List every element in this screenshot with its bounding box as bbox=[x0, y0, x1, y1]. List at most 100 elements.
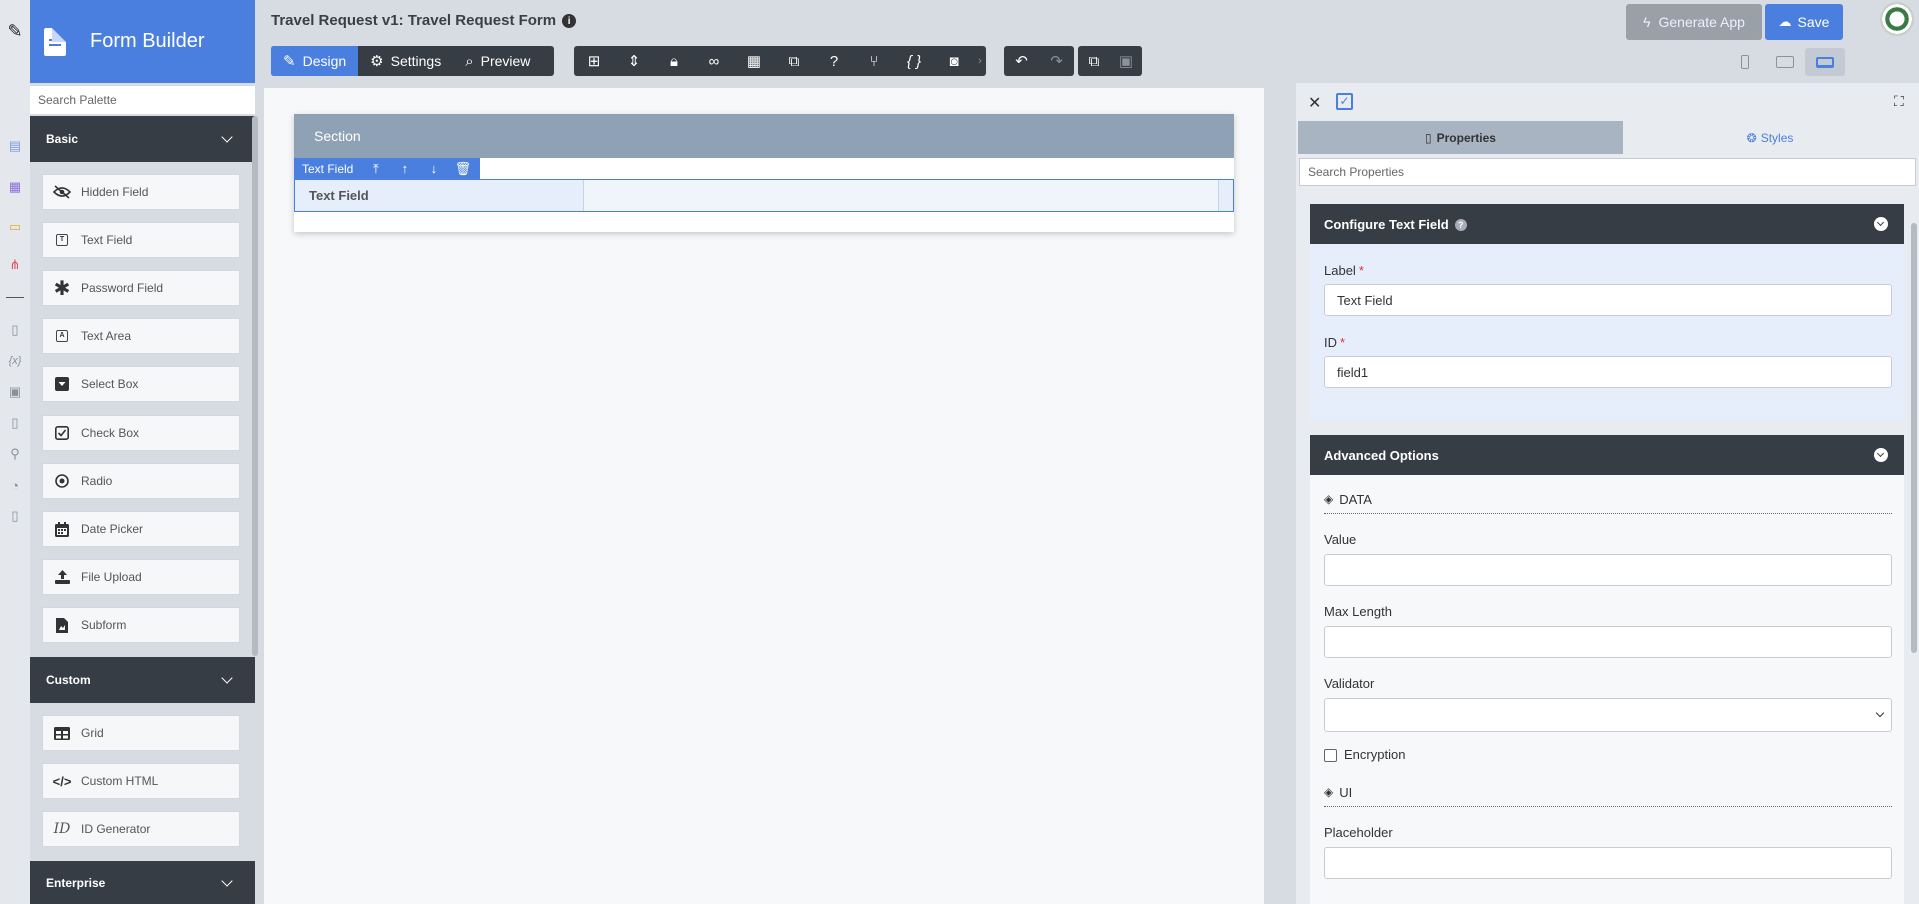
edit-icon[interactable]: ✎ bbox=[6, 21, 24, 41]
palette-item-text-area[interactable]: A Text Area bbox=[42, 318, 240, 354]
tab-preview-label: Preview bbox=[480, 53, 531, 69]
camera-icon[interactable]: ◙ bbox=[934, 46, 974, 76]
form-section[interactable]: Section Text Field ⤒ ↑ ↓ 🗑︎ Text Field bbox=[294, 114, 1234, 232]
document-icon[interactable]: ▯ bbox=[6, 414, 24, 432]
palette-item-label: Subform bbox=[81, 618, 127, 632]
brand-header: Form Builder bbox=[30, 0, 255, 83]
binoculars-icon[interactable]: ∞ bbox=[694, 46, 734, 76]
palette-item-label: File Upload bbox=[81, 570, 142, 584]
palette-item-grid[interactable]: Grid bbox=[42, 715, 240, 751]
palette-item-custom-html[interactable]: </> Custom HTML bbox=[42, 763, 240, 799]
process-icon[interactable]: ⋔ bbox=[6, 256, 24, 274]
tab-design-label: Design bbox=[302, 53, 347, 69]
undo-icon[interactable]: ↶ bbox=[1004, 46, 1039, 76]
tab-styles[interactable]: ❂ Styles bbox=[1623, 121, 1917, 154]
palette-item-label: Password Field bbox=[81, 281, 164, 295]
palette-item-radio[interactable]: Radio bbox=[42, 463, 240, 499]
palette-scrollbar[interactable] bbox=[252, 116, 258, 656]
device-tablet-button[interactable] bbox=[1765, 48, 1805, 76]
form-field-row[interactable]: Text Field bbox=[294, 179, 1234, 212]
tab-preview[interactable]: ⌕ Preview bbox=[453, 46, 542, 76]
encryption-checkbox[interactable] bbox=[1324, 749, 1337, 762]
validator-select[interactable] bbox=[1324, 698, 1892, 732]
gauge-icon[interactable]: ◔ bbox=[6, 476, 24, 494]
category-custom[interactable]: Custom bbox=[30, 657, 255, 703]
tree-icon[interactable]: ⊞ bbox=[574, 46, 614, 76]
table-icon[interactable]: ▦ bbox=[734, 46, 774, 76]
move-up-icon[interactable]: ↑ bbox=[390, 161, 419, 176]
tab-settings[interactable]: ⚙ Settings bbox=[358, 46, 453, 76]
apply-check-icon[interactable]: ✓ bbox=[1336, 93, 1353, 110]
redo-icon[interactable]: ↷ bbox=[1039, 46, 1074, 76]
palette-item-label: Text Area bbox=[81, 329, 132, 343]
palette-item-hidden-field[interactable]: Hidden Field bbox=[42, 174, 240, 210]
data-subheading: ◈ DATA bbox=[1324, 492, 1892, 514]
palette-item-password-field[interactable]: ✱ Password Field bbox=[42, 270, 240, 306]
braces-icon[interactable]: { } bbox=[894, 46, 934, 76]
tablet-icon bbox=[1776, 56, 1794, 68]
fullscreen-icon[interactable]: ⛶ bbox=[1894, 93, 1904, 110]
move-down-icon[interactable]: ↓ bbox=[419, 161, 448, 176]
trash-icon[interactable]: 🗑︎ bbox=[448, 161, 477, 177]
max-length-input[interactable] bbox=[1324, 626, 1892, 658]
copy-icon[interactable]: ⧉ bbox=[1078, 46, 1110, 76]
palette-item-label: Date Picker bbox=[81, 522, 144, 536]
translate-icon[interactable]: ⧉ bbox=[774, 46, 814, 76]
chevron-right-icon[interactable]: › bbox=[974, 46, 986, 76]
palette-item-select-box[interactable]: Select Box bbox=[42, 366, 240, 402]
expand-icon[interactable]: ⇕ bbox=[614, 46, 654, 76]
userview-icon[interactable]: ▭ bbox=[6, 218, 24, 236]
palette-item-date-picker[interactable]: Date Picker bbox=[42, 511, 240, 547]
plugin-icon[interactable]: ⚲ bbox=[6, 445, 24, 463]
scroll-icon[interactable]: ▯ bbox=[6, 507, 24, 525]
generate-app-button[interactable]: ϟ Generate App bbox=[1626, 4, 1762, 40]
help-icon[interactable]: ? bbox=[814, 46, 854, 76]
chevron-down-icon bbox=[221, 874, 233, 887]
tab-design[interactable]: ✎ Design bbox=[271, 46, 359, 76]
form-icon[interactable]: ▤ bbox=[6, 137, 24, 155]
properties-search-input[interactable] bbox=[1299, 158, 1916, 186]
configure-title: Configure Text Field bbox=[1324, 216, 1449, 232]
palette-item-label: ID Generator bbox=[81, 822, 151, 836]
variable-icon[interactable]: {x} bbox=[6, 352, 24, 370]
select-box-icon bbox=[53, 375, 71, 393]
resource-icon[interactable]: ▣ bbox=[6, 383, 24, 401]
help-icon[interactable]: ? bbox=[1454, 219, 1467, 232]
note-icon[interactable]: ▯ bbox=[6, 321, 24, 339]
save-button[interactable]: ☁ Save bbox=[1765, 4, 1843, 40]
category-basic[interactable]: Basic bbox=[30, 116, 255, 162]
lock-icon[interactable]: 🔒︎ bbox=[654, 46, 694, 76]
section-header[interactable]: Section bbox=[294, 114, 1234, 158]
form-title: Travel Request v1: Travel Request Form i bbox=[271, 12, 577, 29]
field-label: Text Field bbox=[309, 188, 369, 203]
category-enterprise[interactable]: Enterprise bbox=[30, 861, 255, 904]
datalist-icon[interactable]: ▦ bbox=[6, 178, 24, 196]
palette-item-label: Hidden Field bbox=[81, 185, 149, 199]
grid-icon bbox=[53, 724, 71, 742]
palette-item-text-field[interactable]: T Text Field bbox=[42, 222, 240, 258]
palette-item-id-generator[interactable]: ID ID Generator bbox=[42, 811, 240, 847]
value-input[interactable] bbox=[1324, 554, 1892, 586]
placeholder-input[interactable] bbox=[1324, 847, 1892, 879]
advanced-options-header[interactable]: Advanced Options bbox=[1310, 435, 1904, 475]
info-icon[interactable]: i bbox=[562, 14, 577, 29]
close-icon[interactable]: ✕ bbox=[1308, 93, 1321, 113]
placeholder-label: Placeholder bbox=[1324, 825, 1393, 840]
avatar[interactable] bbox=[1880, 2, 1914, 36]
paste-icon[interactable]: ▣ bbox=[1110, 46, 1142, 76]
tab-styles-label: Styles bbox=[1760, 130, 1794, 145]
tab-properties-label: Properties bbox=[1436, 130, 1496, 145]
palette-item-subform[interactable]: Subform bbox=[42, 607, 240, 643]
configure-panel-header[interactable]: Configure Text Field? bbox=[1310, 204, 1904, 244]
label-input[interactable]: Text Field bbox=[1324, 284, 1892, 316]
id-input[interactable]: field1 bbox=[1324, 356, 1892, 388]
tab-properties[interactable]: ▯ Properties bbox=[1298, 121, 1623, 154]
branch-icon[interactable]: ⑂ bbox=[854, 46, 894, 76]
properties-scrollbar[interactable] bbox=[1911, 223, 1917, 653]
palette-item-file-upload[interactable]: File Upload bbox=[42, 559, 240, 595]
move-to-top-icon[interactable]: ⤒ bbox=[361, 161, 390, 177]
palette-search-input[interactable] bbox=[30, 86, 255, 114]
device-phone-button[interactable] bbox=[1725, 48, 1765, 76]
device-desktop-button[interactable] bbox=[1805, 48, 1845, 76]
palette-item-check-box[interactable]: Check Box bbox=[42, 415, 240, 451]
